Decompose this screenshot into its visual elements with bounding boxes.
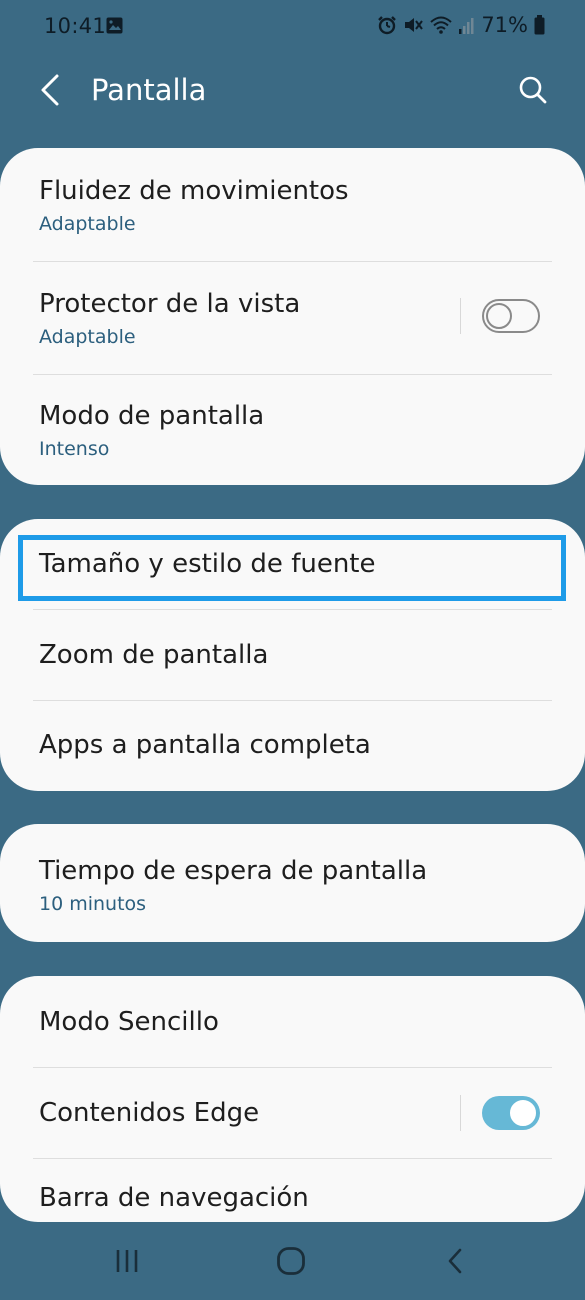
status-time: 10:41 xyxy=(44,14,107,38)
toggle-separator xyxy=(460,298,461,334)
recents-icon xyxy=(116,1250,138,1272)
battery-percent: 71% xyxy=(481,13,528,37)
battery-icon xyxy=(534,15,545,35)
setting-screen-timeout[interactable]: Tiempo de espera de pantalla 10 minutos xyxy=(0,824,585,942)
setting-title: Protector de la vista xyxy=(39,289,301,319)
setting-title: Apps a pantalla completa xyxy=(39,730,371,760)
search-button[interactable] xyxy=(513,70,553,110)
settings-card-display: Fluidez de movimientos Adaptable Protect… xyxy=(0,148,585,485)
settings-card-extras: Modo Sencillo Contenidos Edge Barra de n… xyxy=(0,976,585,1222)
setting-title: Barra de navegación xyxy=(39,1183,309,1213)
home-button[interactable] xyxy=(266,1238,316,1284)
settings-card-font: Tamaño y estilo de fuente Zoom de pantal… xyxy=(0,519,585,791)
back-arrow-icon xyxy=(41,74,59,106)
toggle-knob xyxy=(486,303,512,329)
settings-card-timeout: Tiempo de espera de pantalla 10 minutos xyxy=(0,824,585,942)
status-icons: 71% xyxy=(377,13,545,37)
mute-icon xyxy=(405,18,424,32)
search-icon xyxy=(519,76,547,104)
recents-button[interactable] xyxy=(102,1238,152,1284)
setting-value: 10 minutos xyxy=(39,893,147,915)
nav-back-button[interactable] xyxy=(430,1238,480,1284)
highlight-box xyxy=(18,535,566,601)
setting-edge-panels[interactable]: Contenidos Edge xyxy=(0,1068,585,1158)
edge-panels-toggle[interactable] xyxy=(482,1096,540,1130)
setting-eye-comfort[interactable]: Protector de la vista Adaptable xyxy=(0,262,585,374)
wifi-icon xyxy=(430,16,452,34)
setting-title: Tiempo de espera de pantalla xyxy=(39,856,428,886)
setting-easy-mode[interactable]: Modo Sencillo xyxy=(0,976,585,1067)
page-title: Pantalla xyxy=(91,73,207,107)
setting-value: Adaptable xyxy=(39,326,136,348)
alarm-icon xyxy=(378,16,397,35)
setting-screen-zoom[interactable]: Zoom de pantalla xyxy=(0,610,585,700)
nav-back-icon xyxy=(448,1248,462,1274)
home-icon xyxy=(277,1247,305,1275)
app-bar: Pantalla xyxy=(0,56,585,126)
toggle-separator xyxy=(460,1095,461,1131)
gallery-notification-icon xyxy=(106,17,123,34)
signal-icon xyxy=(459,18,474,34)
setting-title: Modo de pantalla xyxy=(39,401,265,431)
setting-full-screen-apps[interactable]: Apps a pantalla completa xyxy=(0,701,585,791)
back-button[interactable] xyxy=(30,70,70,110)
setting-value: Adaptable xyxy=(39,213,136,235)
eye-comfort-toggle[interactable] xyxy=(482,299,540,333)
setting-title: Zoom de pantalla xyxy=(39,640,269,670)
system-navigation-bar xyxy=(0,1222,585,1300)
setting-title: Contenidos Edge xyxy=(39,1098,260,1128)
setting-value: Intenso xyxy=(39,438,110,460)
toggle-knob xyxy=(508,1098,538,1128)
setting-motion-smoothness[interactable]: Fluidez de movimientos Adaptable xyxy=(0,148,585,261)
setting-title: Fluidez de movimientos xyxy=(39,176,349,206)
setting-navigation-bar[interactable]: Barra de navegación xyxy=(0,1159,585,1222)
setting-font-size-style[interactable]: Tamaño y estilo de fuente xyxy=(0,519,585,609)
setting-screen-mode[interactable]: Modo de pantalla Intenso xyxy=(0,375,585,485)
setting-title: Modo Sencillo xyxy=(39,1007,219,1037)
status-bar: 10:41 71% xyxy=(0,0,585,56)
